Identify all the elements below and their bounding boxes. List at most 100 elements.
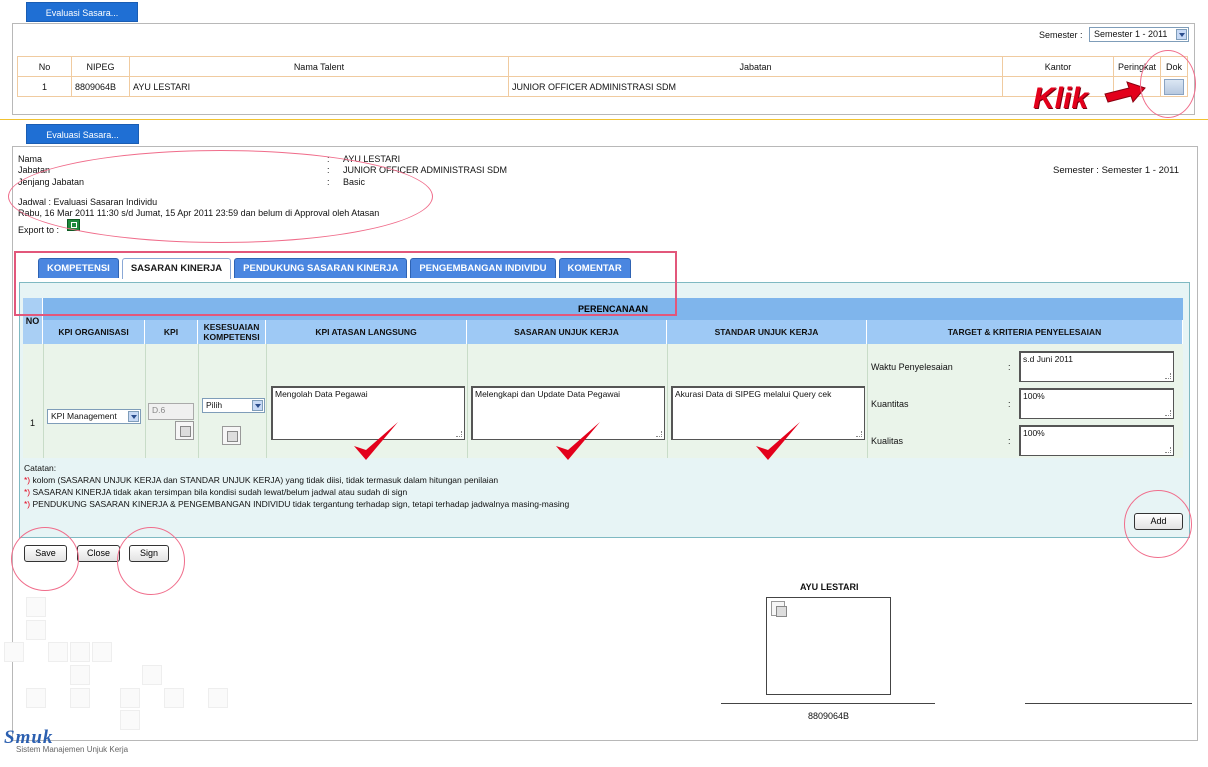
divider <box>667 344 668 458</box>
resize-icon[interactable] <box>1165 410 1171 416</box>
table-row[interactable]: 1 8809064B AYU LESTARI JUNIOR OFFICER AD… <box>17 76 1188 97</box>
close-button[interactable]: Close <box>77 545 120 562</box>
sasaran-value: Melengkapi dan Update Data Pegawai <box>475 389 621 399</box>
kpi-value: D.6 <box>152 405 166 415</box>
kompetensi-lookup-icon[interactable] <box>222 426 241 445</box>
highlight-circle-dok <box>1140 50 1196 118</box>
talent-table-header: No NIPEG Nama Talent Jabatan Kantor Peri… <box>17 56 1188 77</box>
kpi-organisasi-select[interactable]: KPI Management <box>47 409 141 424</box>
logo-subtitle: Sistem Manajemen Unjuk Kerja <box>16 745 129 754</box>
kuantitas-label: Kuantitas <box>871 399 909 409</box>
col-sasaran: SASARAN UNJUK KERJA <box>467 320 667 344</box>
semester-info: Semester : Semester 1 - 2011 <box>1053 165 1180 176</box>
chevron-down-icon[interactable] <box>1176 29 1187 40</box>
kualitas-value: 100% <box>1023 428 1045 438</box>
decorative-square <box>120 710 140 730</box>
highlight-circle-sign <box>117 527 185 595</box>
export-label: Export to : <box>18 225 60 235</box>
note-item: *) SASARAN KINERJA tidak akan tersimpan … <box>24 487 408 497</box>
col-kantor: Kantor <box>1002 56 1114 77</box>
decorative-square <box>70 688 90 708</box>
resize-icon[interactable] <box>456 431 462 437</box>
resize-icon[interactable] <box>1165 373 1171 379</box>
highlight-circle-add <box>1124 490 1192 558</box>
notes: Catatan: *) kolom (SASARAN UNJUK KERJA d… <box>24 462 569 510</box>
nama-label: Nama <box>18 154 43 164</box>
decorative-square <box>164 688 184 708</box>
semester-select[interactable]: Semester 1 - 2011 <box>1089 27 1189 42</box>
highlight-circle-save <box>11 527 79 591</box>
waktu-textarea[interactable]: s.d Juni 2011 <box>1019 351 1174 382</box>
signature-box <box>766 597 891 695</box>
notes-title: Catatan: <box>24 463 57 473</box>
divider <box>43 344 44 458</box>
klik-annotation: Klik <box>1033 82 1089 115</box>
note-item: *) kolom (SASARAN UNJUK KERJA dan STANDA… <box>24 475 499 485</box>
colon: : <box>1008 436 1011 446</box>
talent-table: No NIPEG Nama Talent Jabatan Kantor Peri… <box>17 56 1188 97</box>
col-standar: STANDAR UNJUK KERJA <box>667 320 867 344</box>
cell-nama: AYU LESTARI <box>129 76 509 97</box>
col-nama: Nama Talent <box>129 56 509 77</box>
divider <box>198 344 199 458</box>
divider <box>467 344 468 458</box>
standar-value: Akurasi Data di SIPEG melalui Query cek <box>675 389 832 399</box>
col-nipeg: NIPEG <box>71 56 130 77</box>
kesesuaian-value: Pilih <box>206 400 223 410</box>
kuantitas-value: 100% <box>1023 391 1045 401</box>
kpi-input[interactable]: D.6 <box>148 403 194 420</box>
signature-name: AYU LESTARI <box>800 582 859 592</box>
col-jabatan: Jabatan <box>508 56 1003 77</box>
decorative-square <box>26 597 46 617</box>
col-no: No <box>17 56 72 77</box>
semester-label: Semester : <box>1039 30 1083 40</box>
divider <box>867 344 868 458</box>
decorative-square <box>70 642 90 662</box>
chevron-down-icon[interactable] <box>128 411 139 422</box>
semester-select-value: Semester 1 - 2011 <box>1094 29 1168 39</box>
row-number: 1 <box>30 418 36 428</box>
col-kpi: KPI <box>145 320 198 344</box>
checkmark-icon <box>556 422 600 460</box>
col-kpi-atasan: KPI ATASAN LANGSUNG <box>266 320 467 344</box>
divider <box>0 119 1208 120</box>
col-kesesuaian: KESESUAIAN KOMPETENSI <box>198 320 266 344</box>
kpi-lookup-icon[interactable] <box>175 421 194 440</box>
highlight-circle-info <box>8 150 433 243</box>
kualitas-textarea[interactable]: 100% <box>1019 425 1174 456</box>
highlight-rect-tabs <box>14 251 677 316</box>
cell-no: 1 <box>17 76 72 97</box>
signature-image-icon <box>771 601 787 617</box>
cell-jabatan: JUNIOR OFFICER ADMINISTRASI SDM <box>508 76 1003 97</box>
cell-nipeg: 8809064B <box>71 76 130 97</box>
main-panel-tab[interactable]: Evaluasi Sasara... <box>26 124 139 144</box>
col-target: TARGET & KRITERIA PENYELESAIAN <box>867 320 1183 344</box>
kpi-organisasi-value: KPI Management <box>51 411 117 421</box>
resize-icon[interactable] <box>1165 447 1171 453</box>
kpi-atasan-value: Mengolah Data Pegawai <box>275 389 368 399</box>
checkmark-icon <box>354 422 398 460</box>
decorative-square <box>142 665 162 685</box>
divider <box>721 703 935 704</box>
divider <box>145 344 146 458</box>
top-panel-tab[interactable]: Evaluasi Sasara... <box>26 2 138 22</box>
resize-icon[interactable] <box>656 431 662 437</box>
divider <box>266 344 267 458</box>
kuantitas-textarea[interactable]: 100% <box>1019 388 1174 419</box>
chevron-down-icon[interactable] <box>252 400 263 411</box>
divider <box>1025 703 1192 704</box>
decorative-square <box>120 688 140 708</box>
decorative-square <box>70 665 90 685</box>
decorative-square <box>4 642 24 662</box>
decorative-square <box>208 688 228 708</box>
signature-nipeg: 8809064B <box>808 711 850 721</box>
kesesuaian-select[interactable]: Pilih <box>202 398 265 413</box>
waktu-value: s.d Juni 2011 <box>1023 354 1073 364</box>
checkmark-icon <box>756 422 800 460</box>
decorative-square <box>92 642 112 662</box>
colon: : <box>1008 362 1011 372</box>
decorative-square <box>48 642 68 662</box>
col-kpi-organisasi: KPI ORGANISASI <box>43 320 145 344</box>
kualitas-label: Kualitas <box>871 436 904 446</box>
resize-icon[interactable] <box>856 431 862 437</box>
